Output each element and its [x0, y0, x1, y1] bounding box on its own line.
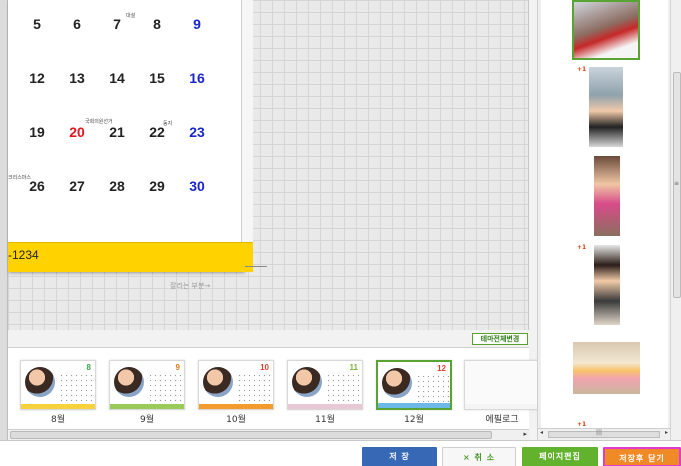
calendar-page[interactable]: 5 6 7 대설 8 9 12 13 14 15 16 19 20 국회의원선거…: [8, 0, 253, 272]
photo-thumbnail[interactable]: [572, 0, 640, 60]
thumbnail-footer-bar: [110, 404, 184, 409]
photo-thumbnail[interactable]: [594, 245, 620, 325]
calendar-day: 12: [29, 70, 45, 86]
thumbnail-card: [464, 360, 540, 410]
scroll-right-arrow-icon[interactable]: ▸: [665, 429, 668, 436]
calendar-week-4: 크리스마스 26 27 28 29 30: [8, 175, 212, 208]
page-fold-edge: [241, 0, 253, 242]
thumbnail-card: 10: [198, 360, 274, 410]
calendar-day: 14: [109, 70, 125, 86]
calendar-day: 29: [149, 178, 165, 194]
calendar-day: 21: [109, 124, 125, 140]
change-all-theme-button[interactable]: 테마전체변경: [472, 333, 528, 345]
calendar-day: 23: [189, 124, 205, 140]
page-edit-button[interactable]: 페이지편집: [522, 447, 598, 466]
scroll-grip-icon: ≡: [674, 180, 680, 187]
left-panel-edge: [0, 0, 8, 440]
photo-list[interactable]: +1 +1 +1: [541, 0, 668, 430]
thumbnail-month-number: 8: [86, 363, 91, 372]
thumbnail-label: 9월: [139, 415, 154, 425]
footer-band: [8, 242, 253, 272]
calendar-day: 5: [33, 16, 41, 32]
photo-vertical-scrollbar[interactable]: ≡: [670, 0, 681, 440]
cancel-button[interactable]: × 취 소: [442, 447, 516, 466]
thumbnail-footer-bar: [465, 404, 539, 409]
thumbnail-footer-bar: [288, 404, 362, 409]
scroll-left-arrow-icon[interactable]: ◂: [540, 429, 543, 436]
page-thumbnail[interactable]: 10 10월: [198, 360, 274, 425]
thumbnail-card: 8: [20, 360, 96, 410]
calendar-day: 28: [109, 178, 125, 194]
scroll-grip-icon: |||: [596, 429, 603, 436]
mini-calendar-grid: [237, 373, 271, 401]
photo-horizontal-scrollbar[interactable]: ◂ ||| ▸: [538, 428, 670, 440]
mini-calendar-grid: [416, 374, 450, 402]
photo-usage-badge: +1: [577, 66, 587, 73]
thumbnail-label: 8월: [50, 415, 65, 425]
calendar-day: 22: [149, 124, 165, 140]
mini-calendar-grid: [148, 373, 182, 401]
thumbnail-photo: [382, 368, 412, 398]
thumbnail-photo: [114, 367, 144, 397]
calendar-day: 6: [73, 16, 81, 32]
thumbnail-label: 11월: [315, 415, 335, 425]
photo-thumbnail[interactable]: [573, 342, 640, 394]
thumbnail-month-number: 11: [349, 363, 358, 372]
photo-usage-badge: +1: [577, 244, 587, 251]
calendar-day: 19: [29, 124, 45, 140]
thumbnail-photo: [203, 367, 233, 397]
page-thumbnail[interactable]: 에필로그: [464, 360, 540, 425]
photo-usage-badge: +1: [577, 421, 587, 428]
calendar-day: 13: [69, 70, 85, 86]
thumbnail-card: 9: [109, 360, 185, 410]
editor-window: 5 6 7 대설 8 9 12 13 14 15 16 19 20 국회의원선거…: [0, 0, 681, 466]
thumbnail-footer-bar: [378, 403, 450, 408]
thumbnail-label: 에필로그: [485, 415, 519, 425]
cut-guide-label: 잘리는 부분→: [170, 282, 211, 290]
calendar-holiday-note: 대설: [126, 13, 136, 19]
thumbnail-photo: [292, 367, 322, 397]
mini-calendar-grid: [59, 373, 93, 401]
page-thumbnail[interactable]: 8 8월: [20, 360, 96, 425]
photo-thumbnail[interactable]: [589, 67, 623, 147]
calendar-day: 27: [69, 178, 85, 194]
bottom-toolbar: 저 장 × 취 소 페이지편집 저장후 닫기: [0, 440, 681, 466]
thumbnail-card: 12: [376, 360, 452, 410]
calendar-week-1: 5 6 7 대설 8 9: [22, 13, 212, 46]
mini-calendar-grid: [326, 373, 360, 401]
calendar-day: 15: [149, 70, 165, 86]
thumbnail-footer-bar: [199, 404, 273, 409]
thumbnail-scrollbar[interactable]: ▸: [8, 429, 529, 440]
calendar-day: 26: [29, 178, 45, 194]
page-thumbnail[interactable]: 9 9월: [109, 360, 185, 425]
thumbnail-month-number: 9: [175, 363, 180, 372]
photo-thumbnail[interactable]: [594, 156, 620, 236]
calendar-day: 16: [189, 70, 205, 86]
page-thumbnail[interactable]: 12 12월: [376, 360, 452, 425]
calendar-day: 20: [69, 124, 85, 140]
page-thumbnail[interactable]: 11 11월: [287, 360, 363, 425]
calendar-week-2: 12 13 14 15 16: [22, 70, 212, 100]
thumbnail-label: 10월: [226, 415, 246, 425]
save-and-close-button[interactable]: 저장후 닫기: [603, 447, 681, 466]
save-button[interactable]: 저 장: [362, 447, 437, 466]
phone-number: -1234: [8, 248, 39, 262]
page-thumbnail-strip[interactable]: 8 8월 9 9월 10 10월 11 11월 12 12월 에필로그: [8, 347, 540, 429]
thumbnail-card: 11: [287, 360, 363, 410]
thumbnail-month-number: 12: [437, 364, 446, 373]
cut-guide-line: [245, 266, 267, 267]
scroll-right-arrow-icon[interactable]: ▸: [523, 430, 527, 438]
scrollbar-thumb[interactable]: [10, 431, 492, 439]
thumbnail-footer-bar: [21, 404, 95, 409]
calendar-day: 9: [193, 16, 201, 32]
thumbnail-month-number: 10: [260, 363, 269, 372]
calendar-day: 30: [189, 178, 205, 194]
thumbnail-label: 12월: [404, 415, 424, 425]
thumbnail-photo: [25, 367, 55, 397]
calendar-week-3: 19 20 국회의원선거 21 동지 22 23: [22, 119, 212, 154]
scrollbar-thumb[interactable]: [548, 431, 660, 438]
calendar-day: 8: [153, 16, 161, 32]
photo-panel: +1 +1 +1 ≡ ◂ ||| ▸: [537, 0, 681, 440]
